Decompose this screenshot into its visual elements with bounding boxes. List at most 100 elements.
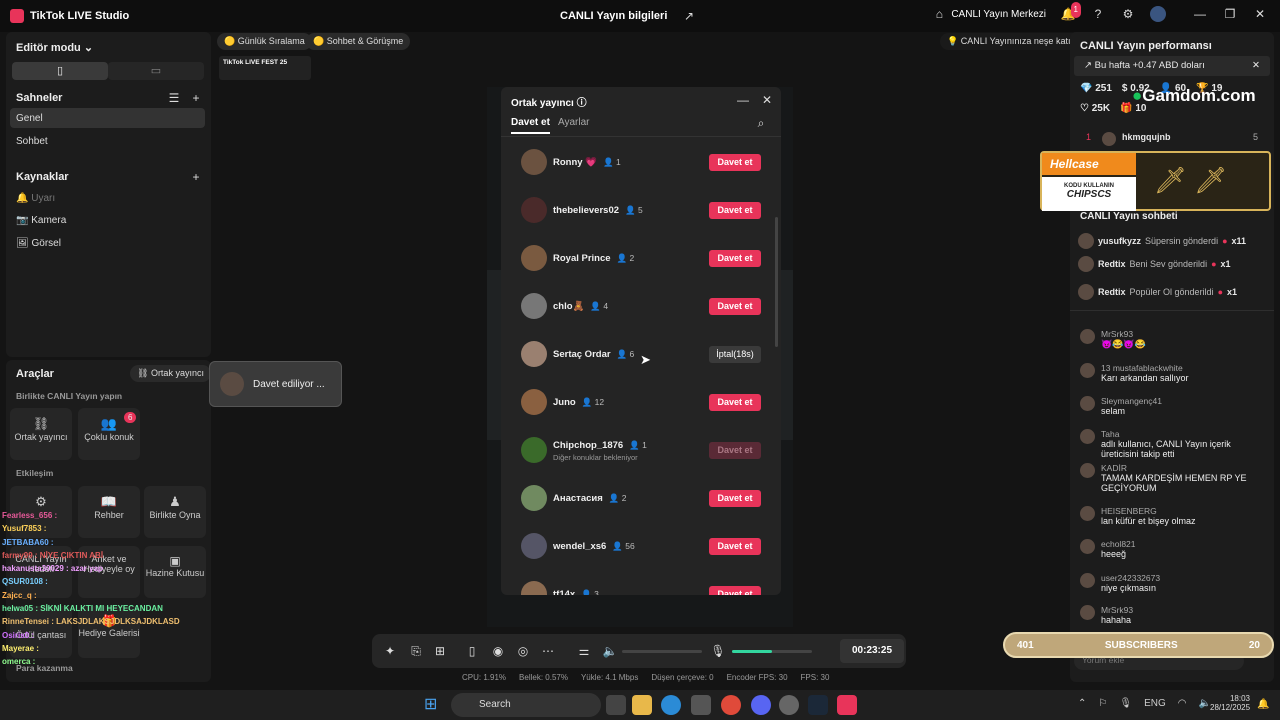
chat-user[interactable]: HEISENBERG (1101, 506, 1196, 516)
invite-button[interactable]: Davet et (709, 489, 761, 507)
invite-button[interactable]: Davet et (709, 297, 761, 315)
live-info-title[interactable]: CANLI Yayın bilgileri (560, 10, 667, 22)
tab-settings[interactable]: Ayarlar (558, 117, 590, 128)
source-camera[interactable]: 📷 Kamera (16, 215, 66, 226)
cohost-tool-button[interactable]: ⛓ Ortak yayıncı (10, 408, 72, 460)
record-icon[interactable]: ◉ (490, 643, 506, 659)
editor-mode-dropdown[interactable]: Editör modu ⌄ (16, 41, 93, 54)
screen-icon[interactable]: ⊞ (432, 643, 448, 659)
invite-row: Royal Prince 👤 2 Davet et (521, 243, 761, 273)
cancel-invite-button[interactable]: İptal(18s) (709, 345, 761, 363)
windows-start-icon[interactable]: ⊞ (424, 695, 444, 715)
chat-user[interactable]: Redtix (1098, 259, 1126, 269)
edge-icon[interactable] (661, 695, 681, 715)
chat-user[interactable]: yusufkyzz (1098, 236, 1141, 246)
list-icon[interactable]: ☰ (166, 90, 182, 106)
close-icon[interactable]: ✕ (1252, 60, 1260, 71)
speaker-icon[interactable]: 🔈 (602, 643, 618, 659)
invite-button[interactable]: Davet et (709, 585, 761, 595)
mixer-icon[interactable]: ⚌ (576, 643, 592, 659)
invite-button[interactable]: Davet et (709, 393, 761, 411)
hellcase-code-box: KODU KULLANIN CHIPSCS (1042, 177, 1136, 211)
magic-icon[interactable]: ✦ (382, 643, 398, 659)
chat-user[interactable]: Taha (1101, 429, 1266, 439)
search-icon[interactable]: ⌕ (753, 115, 769, 131)
landscape-toggle[interactable]: ▭ (108, 62, 204, 80)
taskbar-search[interactable]: Search (451, 693, 601, 717)
more-icon[interactable]: ⋯ (540, 643, 556, 659)
home-icon[interactable]: ⌂ (931, 6, 947, 22)
chat-meeting-chip[interactable]: 🟡 Sohbet & Görüşme (306, 33, 411, 50)
mic-tray-icon[interactable]: 🎙 (1119, 698, 1132, 709)
mic-icon[interactable]: 🎙 (710, 643, 726, 659)
chat-user[interactable]: Redtix (1098, 287, 1126, 297)
explorer-icon[interactable] (632, 695, 652, 715)
cohost-link-button[interactable]: ⛓ Ortak yayıncı (130, 365, 211, 382)
clock[interactable]: 18:03 28/12/2025 (1210, 694, 1250, 712)
camera-switch-icon[interactable]: ◎ (515, 643, 531, 659)
chat-user[interactable]: 13 mustafablackwhite (1101, 363, 1189, 373)
chat-user[interactable]: user242332673 (1101, 573, 1160, 583)
add-source-icon[interactable]: + (188, 169, 204, 185)
invite-row: thebelievers02 👤 5 Davet et (521, 195, 761, 225)
add-scene-icon[interactable]: + (188, 90, 204, 106)
knife-icon: 🗡 🗡 (1154, 165, 1228, 195)
invite-button[interactable]: Davet et (709, 249, 761, 267)
phone-icon[interactable]: ▯ (464, 643, 480, 659)
avatar[interactable] (1150, 6, 1166, 22)
live-timer: 00:23:25 (840, 639, 904, 663)
share-icon[interactable]: ↗ (681, 8, 697, 24)
app-icon[interactable] (779, 695, 799, 715)
tiktok-studio-icon[interactable] (837, 695, 857, 715)
steam-icon[interactable] (808, 695, 828, 715)
close-icon[interactable]: ✕ (1252, 6, 1268, 22)
inviting-text: Davet ediliyor ... (253, 379, 325, 390)
daily-ranking-chip[interactable]: 🟡 Günlük Sıralama (217, 33, 312, 50)
notification-icon[interactable]: 🔔 (1257, 699, 1269, 710)
scene-item-sohbet[interactable]: Sohbet (16, 136, 48, 147)
chat-user[interactable]: Sleymangenç41 (1101, 396, 1162, 406)
gift-multiplier: x1 (1220, 259, 1231, 269)
gear-icon[interactable]: ⚙ (1120, 6, 1136, 22)
chat-user[interactable]: echol821 (1101, 539, 1136, 549)
task-view-icon[interactable] (606, 695, 626, 715)
scrollbar[interactable] (775, 217, 778, 347)
tab-invite[interactable]: Davet et (511, 117, 550, 134)
chat-user[interactable]: KADİR (1101, 463, 1266, 473)
source-image[interactable]: 🖼 Görsel (16, 238, 61, 249)
volume-slider[interactable] (622, 650, 702, 653)
invite-row: wendel_xs6 👤 56 Davet et (521, 531, 761, 561)
hellcase-banner: Hellcase KODU KULLANIN CHIPSCS 🗡 🗡 (1040, 151, 1271, 211)
invite-button[interactable]: Davet et (709, 537, 761, 555)
portrait-toggle[interactable]: ▯ (12, 62, 108, 80)
minimize-icon[interactable]: — (735, 92, 751, 108)
close-icon[interactable]: ✕ (759, 92, 775, 108)
live-center-link[interactable]: CANLI Yayın Merkezi (951, 9, 1046, 20)
invite-button[interactable]: Davet et (709, 153, 761, 171)
scene-item-genel[interactable]: Genel (10, 108, 205, 128)
overlay-chat-line: Yusuf7853 : (2, 524, 47, 534)
help-icon[interactable]: ? (1090, 6, 1106, 22)
chat-user[interactable]: MrSrk93 (1101, 329, 1146, 339)
discord-icon[interactable] (751, 695, 771, 715)
mic-slider[interactable] (732, 650, 812, 653)
source-alert[interactable]: 🔔 Uyarı (16, 193, 55, 204)
store-icon[interactable] (691, 695, 711, 715)
invite-button[interactable]: Davet et (709, 441, 761, 459)
rank-row[interactable]: 1 hkmgqujnb 5 (1074, 128, 1270, 148)
live-tip-chip[interactable]: 💡 CANLI Yayınınıza neşe katın (940, 33, 1083, 50)
wifi-icon[interactable]: ◠ (1178, 698, 1187, 709)
avatar (521, 149, 547, 175)
translate-icon[interactable]: ⎘ (408, 643, 424, 659)
lang-indicator[interactable]: ENG (1144, 698, 1166, 709)
minimize-icon[interactable]: — (1192, 6, 1208, 22)
avatar (1080, 605, 1095, 620)
invite-button[interactable]: Davet et (709, 201, 761, 219)
chevron-up-icon[interactable]: ⌃ (1078, 698, 1086, 709)
network-icon[interactable]: ⚐ (1098, 698, 1107, 709)
earnings-banner[interactable]: ↗ Bu hafta +0.47 ABD doları ✕ (1074, 56, 1270, 76)
maximize-icon[interactable]: ❐ (1222, 6, 1238, 22)
bell-icon[interactable]: 🔔 1 (1060, 2, 1081, 22)
chat-user[interactable]: MrSrk93 (1101, 605, 1133, 615)
chrome-icon[interactable] (721, 695, 741, 715)
